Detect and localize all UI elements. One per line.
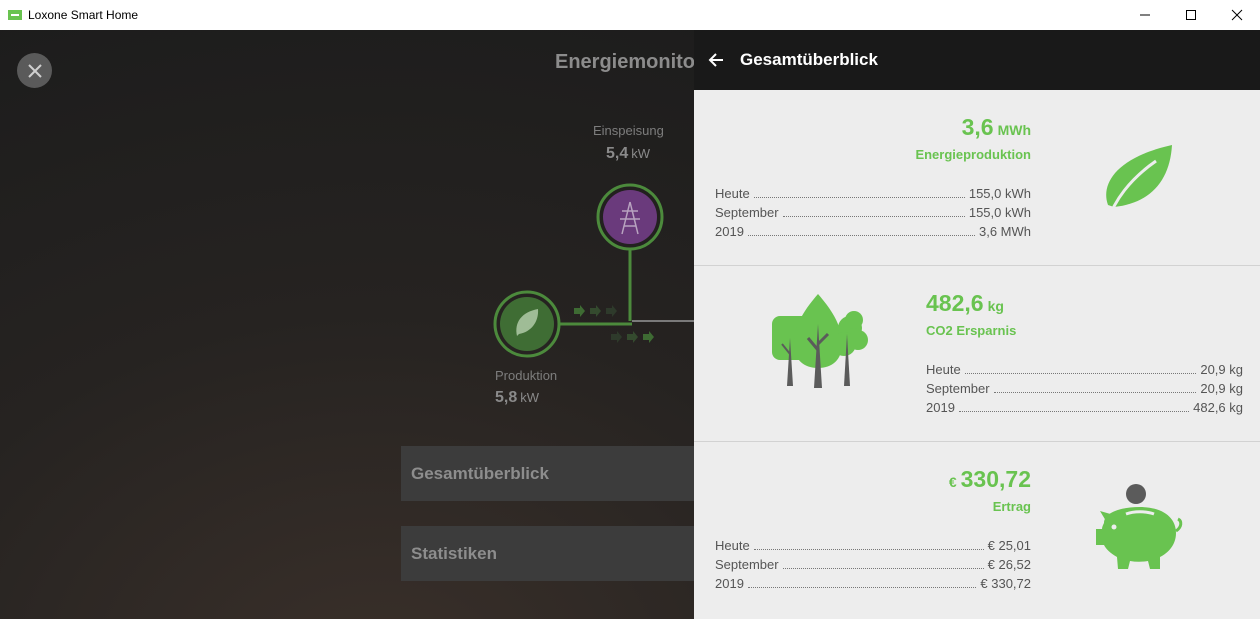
stat-row: Heute € 25,01: [715, 538, 1031, 553]
co2-savings-value: 482,6 kg: [926, 290, 1004, 317]
stat-value: 20,9 kg: [1200, 362, 1243, 377]
flow-arrows-top: [574, 305, 617, 317]
co2-savings-number: 482,6: [926, 290, 984, 316]
stat-label: 2019: [926, 400, 955, 415]
production-label: Produktion: [495, 368, 558, 383]
stat-row: September 155,0 kWh: [715, 205, 1031, 220]
revenue-number: 330,72: [960, 466, 1031, 492]
flow-arrows-bottom: [611, 331, 654, 343]
feed-in-number: 5,4: [606, 145, 629, 162]
production-value: 5,8 kW: [495, 389, 539, 407]
feed-in-value: 5,4 kW: [606, 145, 650, 163]
revenue-label: Ertrag: [992, 499, 1031, 514]
co2-savings-unit: kg: [987, 298, 1004, 314]
app-logo-icon: [8, 10, 22, 20]
co2-savings-section: 482,6 kg CO2 Ersparnis Heute 20,9 kg Septe…: [694, 266, 1260, 442]
revenue-currency: €: [948, 474, 957, 490]
production-node: [493, 290, 561, 358]
stat-label: September: [715, 205, 779, 220]
stat-value: 3,6 MWh: [978, 224, 1031, 239]
close-icon: [1231, 9, 1243, 21]
stat-label: 2019: [715, 576, 744, 591]
stat-label: Heute: [715, 186, 750, 201]
stat-row: Heute 20,9 kg: [926, 362, 1243, 377]
stat-row: 2019 € 330,72: [715, 576, 1031, 591]
overview-panel: Gesamtüberblick 3,6 MWh Energieproduktion…: [694, 30, 1260, 619]
revenue-section: €330,72 Ertrag Heute € 25,01 September € 2…: [694, 442, 1260, 619]
stat-row: September 20,9 kg: [926, 381, 1243, 396]
stat-value: € 330,72: [980, 576, 1031, 591]
energy-production-value: 3,6 MWh: [962, 114, 1031, 141]
stat-label: September: [926, 381, 990, 396]
co2-savings-label: CO2 Ersparnis: [926, 323, 1017, 338]
close-window-button[interactable]: [1214, 0, 1260, 30]
window-controls: [1122, 0, 1260, 30]
energy-production-section: 3,6 MWh Energieproduktion Heute 155,0 kWh …: [694, 90, 1260, 266]
production-number: 5,8: [495, 389, 518, 406]
stat-row: 2019 3,6 MWh: [715, 224, 1031, 239]
stat-label: September: [715, 557, 779, 572]
stat-value: 482,6 kg: [1193, 400, 1243, 415]
panel-header: Gesamtüberblick: [694, 30, 1260, 90]
stat-row: September € 26,52: [715, 557, 1031, 572]
window-titlebar: Loxone Smart Home: [0, 0, 1260, 30]
overview-card[interactable]: Gesamtüberblick: [401, 446, 701, 501]
minimize-button[interactable]: [1122, 0, 1168, 30]
feed-in-node: [596, 183, 664, 251]
maximize-button[interactable]: [1168, 0, 1214, 30]
energy-production-label: Energieproduktion: [915, 147, 1031, 162]
stat-value: 155,0 kWh: [968, 205, 1031, 220]
stat-value: 155,0 kWh: [968, 186, 1031, 201]
statistics-card[interactable]: Statistiken: [401, 526, 701, 581]
stat-label: Heute: [926, 362, 961, 377]
stat-row: Heute 155,0 kWh: [715, 186, 1031, 201]
stat-label: 2019: [715, 224, 744, 239]
stat-label: Heute: [715, 538, 750, 553]
arrow-left-icon: [708, 53, 723, 67]
energy-production-number: 3,6: [961, 114, 994, 140]
stat-value: € 26,52: [987, 557, 1031, 572]
feed-in-unit: kW: [631, 146, 651, 161]
feed-in-label: Einspeisung: [593, 123, 664, 138]
leaf-icon: [1106, 145, 1172, 222]
production-unit: kW: [520, 390, 540, 405]
minimize-icon: [1140, 14, 1150, 16]
stat-row: 2019 482,6 kg: [926, 400, 1243, 415]
piggy-bank-icon: [1096, 484, 1183, 569]
panel-title: Gesamtüberblick: [740, 50, 878, 69]
back-button[interactable]: [706, 50, 726, 70]
stat-value: € 25,01: [987, 538, 1031, 553]
revenue-value: €330,72: [949, 466, 1031, 493]
maximize-icon: [1186, 10, 1196, 20]
stat-value: 20,9 kg: [1200, 381, 1243, 396]
window-title: Loxone Smart Home: [28, 8, 139, 22]
energy-production-unit: MWh: [997, 122, 1031, 138]
trees-icon: [772, 294, 868, 388]
